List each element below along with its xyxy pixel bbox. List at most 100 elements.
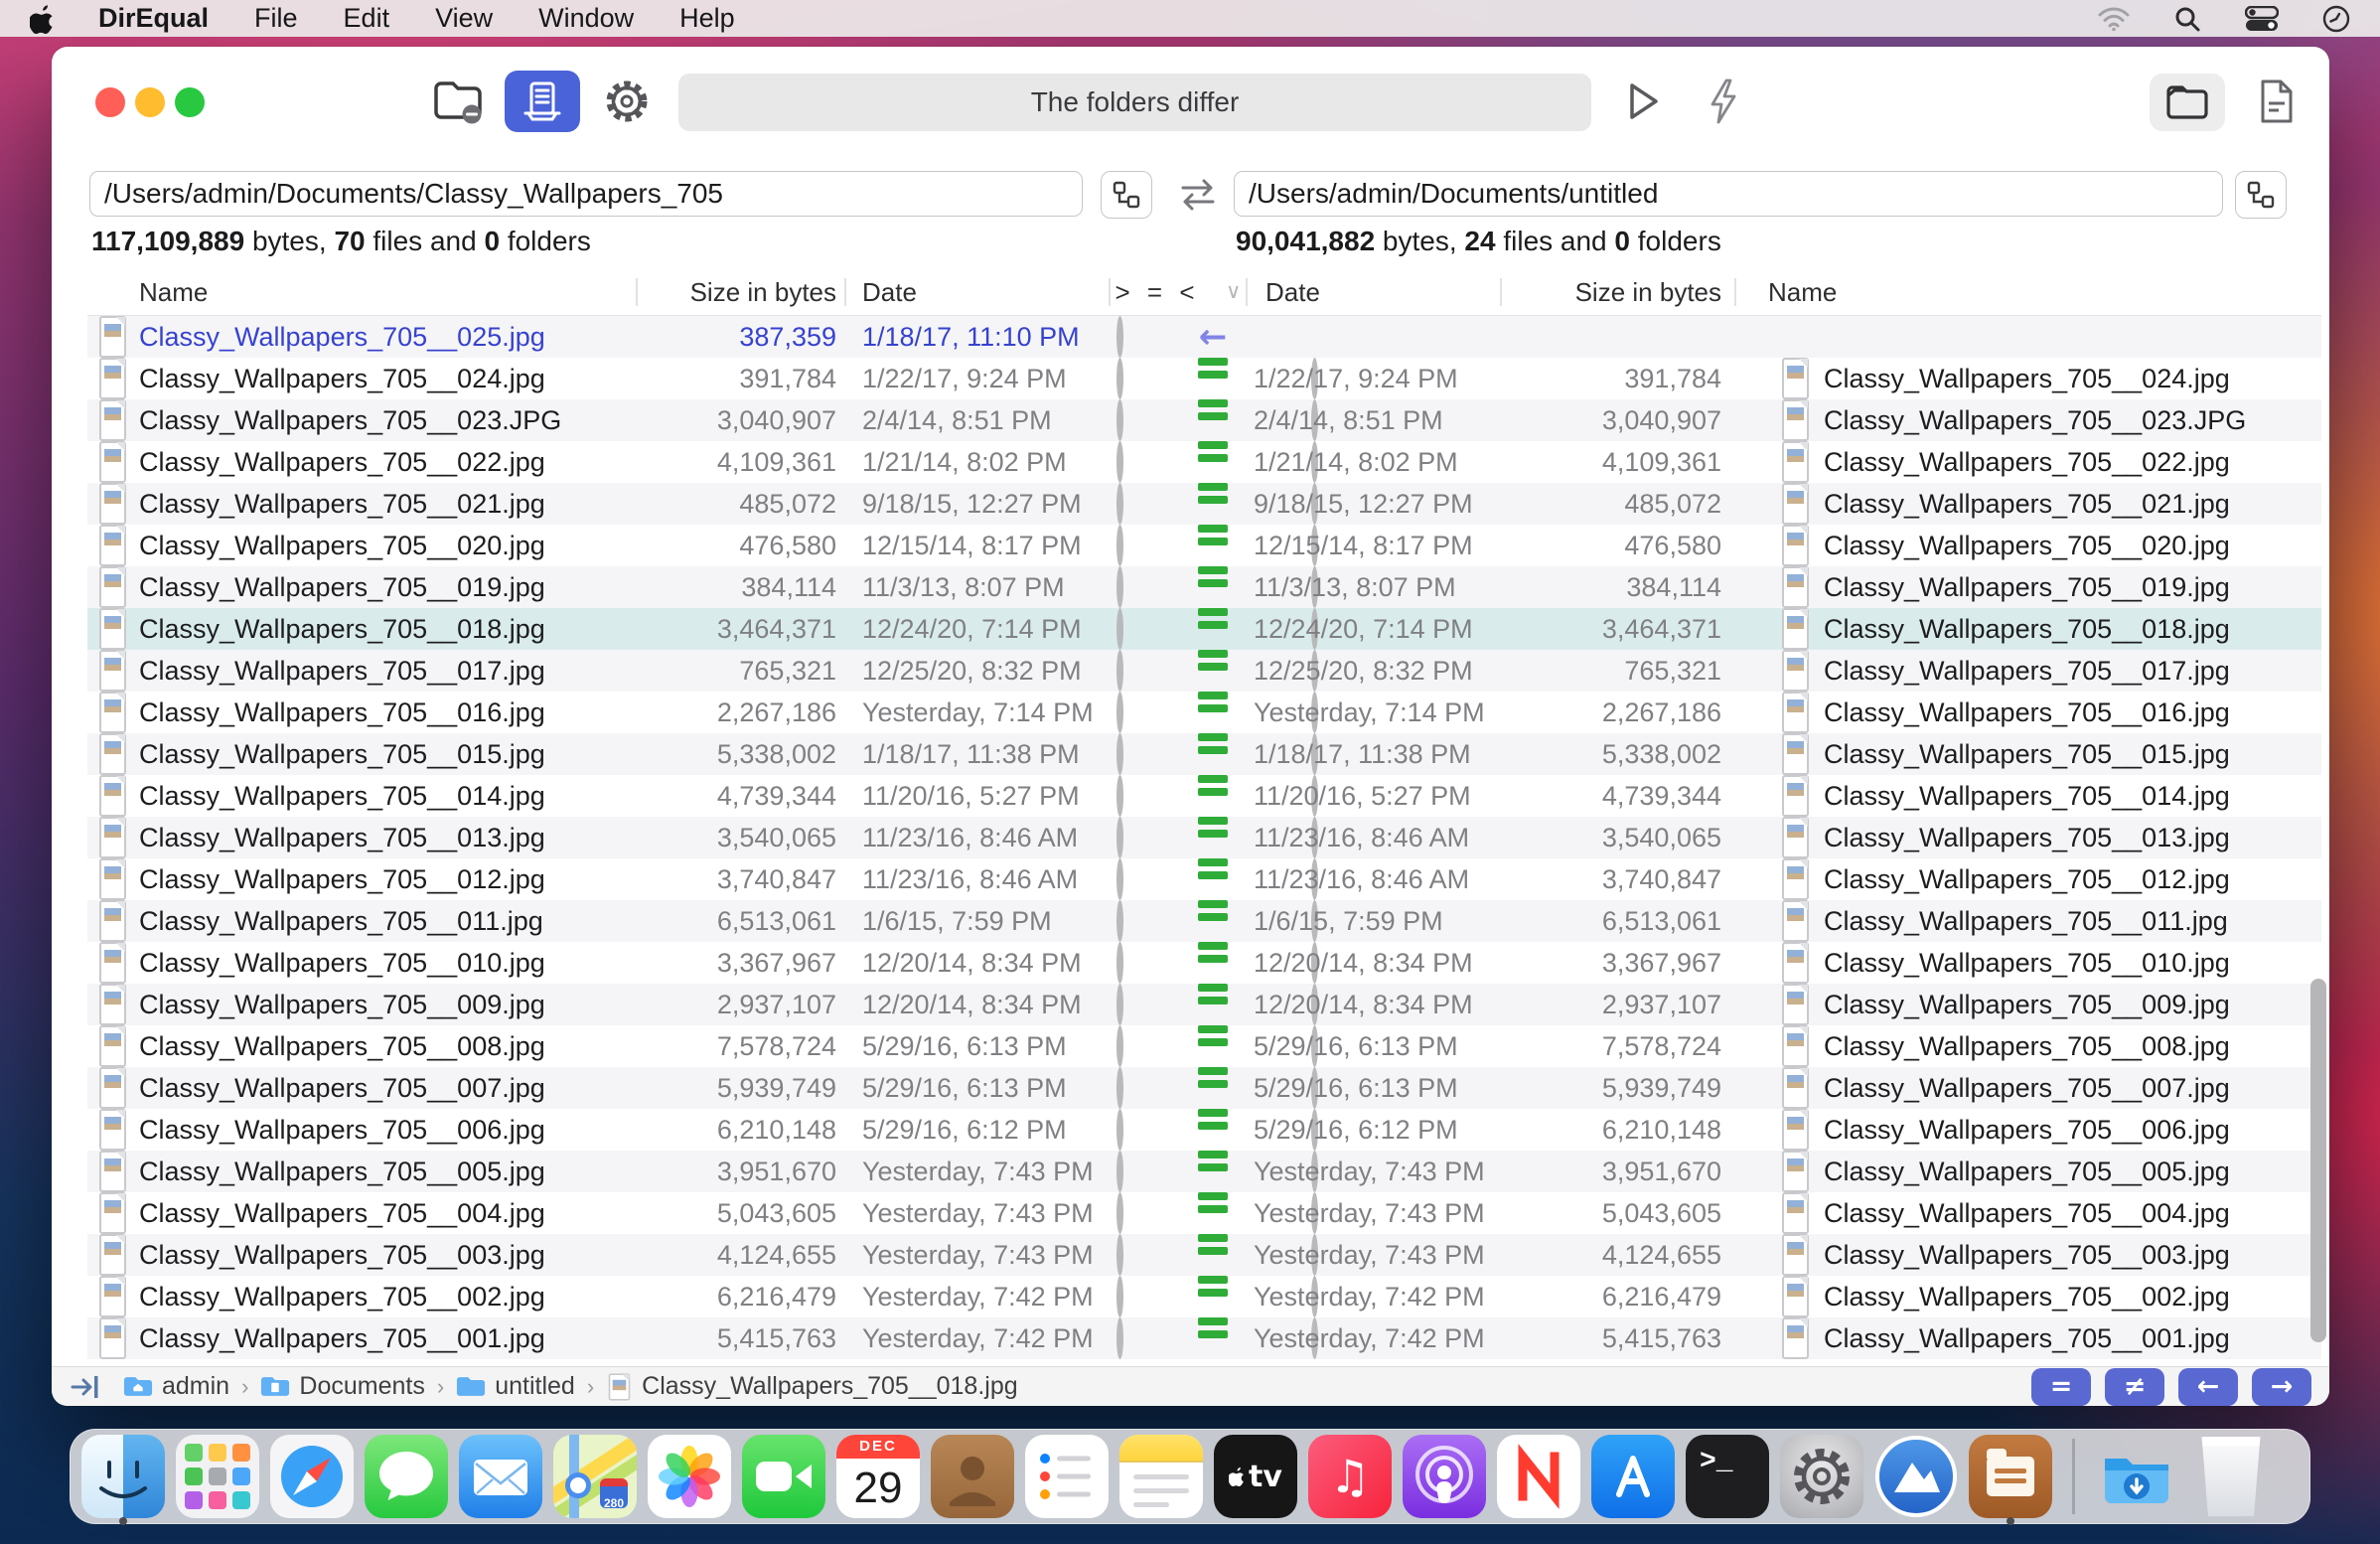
wifi-icon[interactable] xyxy=(2098,6,2130,32)
swap-sides-icon[interactable] xyxy=(1170,171,1226,219)
table-row[interactable]: Classy_Wallpapers_705__010.jpg 3,367,967… xyxy=(87,942,2321,984)
copy-left-button[interactable]: ← xyxy=(2178,1367,2238,1406)
right-browse-tree-button[interactable] xyxy=(2235,171,2287,219)
table-row[interactable]: Classy_Wallpapers_705__016.jpg 2,267,186… xyxy=(87,692,2321,733)
breadcrumb-item[interactable]: admin xyxy=(123,1372,229,1401)
table-row[interactable]: Classy_Wallpapers_705__015.jpg 5,338,002… xyxy=(87,733,2321,775)
reveal-in-finder-icon[interactable] xyxy=(70,1372,101,1402)
equal-icon xyxy=(1198,858,1228,900)
compare-dot-icon xyxy=(1116,1067,1123,1109)
dock-appletv-icon[interactable]: tv xyxy=(1213,1434,1298,1519)
report-document-button[interactable] xyxy=(2249,71,2305,132)
header-date-right[interactable]: Date xyxy=(1265,269,1320,315)
dock-maps-icon[interactable]: 280 xyxy=(552,1434,638,1519)
dock-calendar-icon[interactable]: DEC 29 xyxy=(835,1434,921,1519)
close-window-button[interactable] xyxy=(95,87,125,117)
table-row[interactable]: Classy_Wallpapers_705__011.jpg 6,513,061… xyxy=(87,900,2321,942)
dock-notes-icon[interactable] xyxy=(1118,1434,1204,1519)
dock-trash-icon[interactable] xyxy=(2188,1434,2274,1519)
run-comparison-button[interactable] xyxy=(1619,71,1665,132)
control-center-icon[interactable] xyxy=(2245,5,2279,32)
apple-menu-icon[interactable] xyxy=(30,3,57,35)
left-path-input[interactable] xyxy=(89,171,1083,217)
dock-music-icon[interactable]: ♫ xyxy=(1307,1434,1393,1519)
table-row[interactable]: Classy_Wallpapers_705__014.jpg 4,739,344… xyxy=(87,775,2321,817)
quick-action-flash-button[interactable] xyxy=(1701,71,1746,132)
menu-app-name[interactable]: DirEqual xyxy=(98,3,209,34)
header-name-right[interactable]: Name xyxy=(1768,269,1837,315)
table-row[interactable]: Classy_Wallpapers_705__004.jpg 5,043,605… xyxy=(87,1192,2321,1234)
menu-item-window[interactable]: Window xyxy=(538,3,634,34)
vertical-scrollbar-thumb[interactable] xyxy=(2310,979,2326,1342)
table-row[interactable]: Classy_Wallpapers_705__005.jpg 3,951,670… xyxy=(87,1151,2321,1192)
zoom-window-button[interactable] xyxy=(175,87,205,117)
dock-reminders-icon[interactable] xyxy=(1024,1434,1110,1519)
dock-news-icon[interactable] xyxy=(1496,1434,1581,1519)
table-row[interactable]: Classy_Wallpapers_705__018.jpg 3,464,371… xyxy=(87,608,2321,650)
spotlight-search-icon[interactable] xyxy=(2173,5,2201,33)
left-browse-tree-button[interactable] xyxy=(1101,171,1152,219)
table-row[interactable]: Classy_Wallpapers_705__007.jpg 5,939,749… xyxy=(87,1067,2321,1109)
right-path-input[interactable] xyxy=(1234,171,2223,217)
left-only-arrow-icon: ← xyxy=(1198,317,1228,357)
table-row[interactable]: Classy_Wallpapers_705__024.jpg 391,784 1… xyxy=(87,358,2321,399)
dock-photos-icon[interactable] xyxy=(647,1434,732,1519)
dock-launchpad-icon[interactable] xyxy=(175,1434,260,1519)
dock-facetime-icon[interactable] xyxy=(741,1434,826,1519)
dock-downloads-icon[interactable] xyxy=(2094,1434,2179,1519)
table-row[interactable]: Classy_Wallpapers_705__021.jpg 485,072 9… xyxy=(87,483,2321,525)
dock-podcasts-icon[interactable] xyxy=(1402,1434,1487,1519)
compare-dot-icon xyxy=(1116,399,1123,441)
breadcrumb-item[interactable]: Documents xyxy=(260,1372,425,1401)
table-row[interactable]: Classy_Wallpapers_705__025.jpg 387,359 1… xyxy=(87,316,2321,358)
menu-item-view[interactable]: View xyxy=(435,3,493,34)
minimize-window-button[interactable] xyxy=(135,87,165,117)
table-row[interactable]: Classy_Wallpapers_705__012.jpg 3,740,847… xyxy=(87,858,2321,900)
show-equal-button[interactable]: = xyxy=(2031,1367,2091,1406)
table-row[interactable]: Classy_Wallpapers_705__013.jpg 3,540,065… xyxy=(87,817,2321,858)
dock-finder-icon[interactable] xyxy=(80,1434,166,1525)
table-row[interactable]: Classy_Wallpapers_705__023.JPG 3,040,907… xyxy=(87,399,2321,441)
menu-item-file[interactable]: File xyxy=(254,3,298,34)
dock-direqual-icon[interactable] xyxy=(1968,1434,2053,1525)
table-row[interactable]: Classy_Wallpapers_705__006.jpg 6,210,148… xyxy=(87,1109,2321,1151)
dock-mountainapp-icon[interactable] xyxy=(1873,1434,1959,1519)
header-compare[interactable]: > = < xyxy=(1099,269,1216,315)
file-size-left: 4,124,655 xyxy=(716,1240,836,1270)
dock-appstore-icon[interactable] xyxy=(1590,1434,1676,1519)
table-row[interactable]: Classy_Wallpapers_705__009.jpg 2,937,107… xyxy=(87,984,2321,1025)
clock-icon[interactable] xyxy=(2322,5,2350,33)
file-date-left: 5/29/16, 6:13 PM xyxy=(862,1031,1067,1061)
dock-mail-icon[interactable] xyxy=(458,1434,543,1519)
header-date-left[interactable]: Date xyxy=(862,269,917,315)
table-row[interactable]: Classy_Wallpapers_705__020.jpg 476,580 1… xyxy=(87,525,2321,566)
dock-settings-icon[interactable] xyxy=(1779,1434,1864,1519)
menu-item-help[interactable]: Help xyxy=(679,3,735,34)
table-row[interactable]: Classy_Wallpapers_705__002.jpg 6,216,479… xyxy=(87,1276,2321,1317)
settings-gear-icon[interactable] xyxy=(596,71,658,132)
breadcrumb-item[interactable]: Classy_Wallpapers_705__018.jpg xyxy=(606,1370,1018,1404)
table-row[interactable]: Classy_Wallpapers_705__017.jpg 765,321 1… xyxy=(87,650,2321,692)
table-row[interactable]: Classy_Wallpapers_705__008.jpg 7,578,724… xyxy=(87,1025,2321,1067)
comparison-status-text: The folders differ xyxy=(1030,86,1240,117)
status-bar-buttons: = ≠ ← → xyxy=(2031,1367,2311,1406)
show-different-button[interactable]: ≠ xyxy=(2105,1367,2164,1406)
dock-contacts-icon[interactable] xyxy=(930,1434,1015,1519)
table-row[interactable]: Classy_Wallpapers_705__019.jpg 384,114 1… xyxy=(87,566,2321,608)
table-row[interactable]: Classy_Wallpapers_705__022.jpg 4,109,361… xyxy=(87,441,2321,483)
exclude-folder-button[interactable] xyxy=(425,71,491,132)
breadcrumb-item[interactable]: untitled xyxy=(456,1372,575,1401)
table-row[interactable]: Classy_Wallpapers_705__001.jpg 5,415,763… xyxy=(87,1317,2321,1359)
header-size-left[interactable]: Size in bytes xyxy=(554,269,836,315)
compare-filter-chevron-icon[interactable]: ∨ xyxy=(1226,269,1241,315)
dock-messages-icon[interactable] xyxy=(364,1434,449,1519)
table-row[interactable]: Classy_Wallpapers_705__003.jpg 4,124,655… xyxy=(87,1234,2321,1276)
copy-right-button[interactable]: → xyxy=(2252,1367,2311,1406)
menu-item-edit[interactable]: Edit xyxy=(344,3,390,34)
open-folder-button[interactable] xyxy=(2150,74,2225,131)
dock-terminal-icon[interactable]: >_ xyxy=(1685,1434,1770,1519)
header-size-right[interactable]: Size in bytes xyxy=(1508,269,1721,315)
header-name-left[interactable]: Name xyxy=(139,269,208,315)
compare-view-button[interactable] xyxy=(505,71,580,132)
dock-safari-icon[interactable] xyxy=(269,1434,355,1519)
